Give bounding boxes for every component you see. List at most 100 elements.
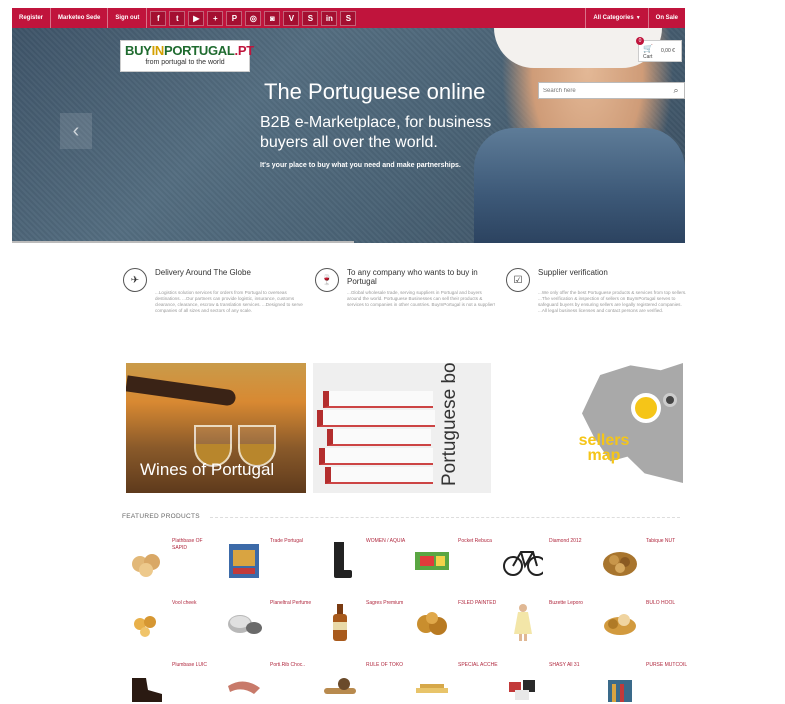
all-categories-dropdown[interactable]: All Categories ▼ [585,8,647,28]
search-icon[interactable]: ⌕ [668,85,684,96]
search-box: ⌕ [538,82,685,99]
cookies-icon [126,540,166,580]
nuts-icon [600,540,640,580]
chevron-down-icon: ▼ [635,15,641,21]
product-card[interactable]: WOMEN / AQUIA [318,538,408,593]
product-name: Porti.Rib Choc.. [270,662,306,668]
product-card[interactable]: Pocket Rebuca [410,538,500,593]
purse-icon [600,664,640,704]
register-link[interactable]: Register [12,8,52,28]
banner-wines-caption: Wines of Portugal [140,460,275,479]
hero-tagline: It's your place to buy what you need and… [260,162,461,169]
feature-text: ...Global wholesale trade, serving suppl… [347,290,496,307]
feature-text: ...Logistics solution services for order… [155,290,303,313]
linkedin-icon[interactable]: in [321,10,338,26]
product-card[interactable]: SHASY All 31 [501,662,591,704]
featured-products-heading: FEATURED PRODUCTS [122,513,200,520]
slider-progress-bar [12,241,354,243]
feature-title: Delivery Around The Globe [155,268,251,277]
banner-map-caption: sellers map [578,432,630,464]
product-name: Vool cheek [172,600,197,606]
hero-subheadline: B2B e-Marketplace, for business buyers a… [260,114,492,151]
logo-wordmark: BUYINPORTUGAL.PT [125,43,254,58]
instagram-icon[interactable]: ◙ [264,10,281,26]
tin-icon [224,602,264,642]
banner-sellers-map[interactable]: sellers map [567,363,683,493]
product-card[interactable]: Plumbase LUIC [124,662,214,704]
product-card[interactable]: RULE OF TOKO [318,662,408,704]
product-card[interactable]: F3LED PAINTED [410,600,500,655]
feature-title: Supplier verification [538,268,608,277]
search-input[interactable] [539,83,668,98]
model-shirt [494,28,662,68]
book-graphic [323,391,433,408]
banner-wines[interactable]: Wines of Portugal [126,363,306,493]
product-name: BULO HOOL [646,600,676,606]
product-card[interactable]: Trade Portugal [222,538,312,593]
sign-out-link[interactable]: Sign out [108,8,148,28]
youtube-icon[interactable]: ▶ [188,10,205,26]
vimeo-icon[interactable]: V [283,10,300,26]
book-graphic [327,429,431,446]
marketeo-sede-link[interactable]: Marketeo Sede [51,8,109,28]
boots-icon [320,540,360,580]
banner-books[interactable]: Portuguese books [313,363,491,493]
skype-icon[interactable]: S [340,10,357,26]
all-categories-label: All Categories [593,15,634,21]
dress-icon [503,602,543,642]
beer-bottle-icon [320,602,360,642]
product-card[interactable]: Tabique NUT [598,538,688,593]
product-name: Planeltral Perfume [270,600,312,606]
product-card[interactable]: PURSE MUTCOIL [598,662,688,704]
candy-box-icon [412,540,452,580]
facebook-icon[interactable]: f [150,10,167,26]
product-card[interactable]: BULO HOOL [598,600,688,655]
logo-tagline: from portugal to the world [145,59,225,66]
flickr-icon[interactable]: ◎ [245,10,262,26]
wine-bottle-graphic [126,375,237,407]
product-card[interactable]: Porti.Rib Choc.. [222,662,312,704]
europe-map-graphic [582,363,683,483]
product-name: Buzette Leporo [549,600,583,606]
product-card[interactable]: Planeltral Perfume [222,600,312,655]
on-sale-link[interactable]: On Sale [647,8,685,28]
feature-title: To any company who wants to buy in Portu… [347,268,478,286]
product-card[interactable]: Buzette Leporo [501,600,591,655]
product-card[interactable]: SPECIAL ACCHE [410,662,500,704]
product-name: SHASY All 31 [549,662,580,668]
book-graphic [325,467,433,484]
site-logo[interactable]: BUYINPORTUGAL.PT from portugal to the wo… [120,40,254,72]
wine-glass-icon: 🍷 [315,268,339,292]
twitter-icon[interactable]: t [169,10,186,26]
cart-label: Cart [643,54,653,60]
product-card[interactable]: Plathbase OF SAPID [124,538,214,593]
shoe-horn-icon [224,664,264,704]
product-name: Tabique NUT [646,538,676,544]
slider-prev-button[interactable]: ‹ [60,113,92,149]
cart-icon: 🛒 [643,44,653,53]
feature-delivery: ✈ Delivery Around The Globe ...Logistics… [123,268,308,353]
checkbox-icon: ☑ [506,268,530,292]
product-name: RULE OF TOKO [366,662,404,668]
product-name: F3LED PAINTED [458,600,497,606]
sweets-mix-icon [503,664,543,704]
topbar-right-group: All Categories ▼ On Sale [585,8,685,28]
cart-amount: 0,00 € [661,48,675,54]
product-card[interactable]: Diamond 2012 [501,538,591,593]
book-icon [224,540,264,580]
product-card[interactable]: Sagres Premium [318,600,408,655]
shoe-icon [126,664,166,704]
product-card[interactable]: Vool cheek [124,600,214,655]
banner-books-caption: Portuguese books [439,363,460,486]
share-icon[interactable]: + [207,10,224,26]
product-name: SPECIAL ACCHE [458,662,498,668]
feature-supplier-verification: ☑ Supplier verification ...We only offer… [506,268,691,353]
book-graphic [319,448,433,465]
product-name: Diamond 2012 [549,538,582,544]
hero-headline: The Portuguese online [264,79,486,104]
cork-icon [320,664,360,704]
tumblr-icon[interactable]: S [302,10,319,26]
product-name: Pocket Rebuca [458,538,492,544]
pinterest-icon[interactable]: P [226,10,243,26]
cart-widget[interactable]: 0 🛒 0,00 € Cart [636,37,682,62]
